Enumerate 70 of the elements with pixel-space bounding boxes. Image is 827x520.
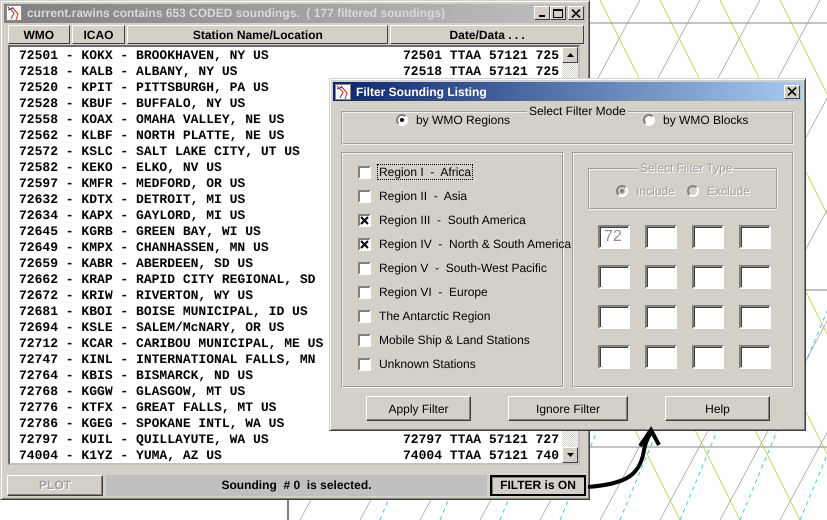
sounding-data: 72518 TTAA 57121 725 — [403, 64, 560, 80]
filter-button[interactable]: FILTER is ON — [490, 474, 586, 496]
checkbox-label[interactable]: Region VI - Europe — [377, 284, 490, 300]
checkbox-label[interactable]: Region II - Asia — [377, 188, 470, 204]
dialog-button[interactable]: Ignore Filter — [508, 396, 628, 421]
column-header[interactable]: Date/Data . . . — [390, 24, 584, 44]
group-label: Select Filter Mode — [527, 104, 628, 118]
block-input-field[interactable] — [645, 305, 677, 329]
block-input-field[interactable] — [739, 265, 771, 289]
checkbox-label[interactable]: Region IV - North & South America — [377, 236, 574, 252]
checkbox-label[interactable]: Mobile Ship & Land Stations — [377, 332, 532, 348]
close-button[interactable] — [784, 84, 800, 98]
checkbox[interactable] — [358, 262, 371, 274]
checkbox-label[interactable]: The Antarctic Region — [377, 308, 492, 324]
status-message: Sounding # 0 is selected. — [106, 474, 487, 496]
radio-button[interactable] — [643, 114, 656, 126]
checkbox[interactable] — [358, 286, 371, 298]
block-input-field[interactable] — [739, 225, 771, 249]
column-header[interactable]: WMO — [8, 24, 70, 44]
scroll-down-button[interactable] — [562, 447, 578, 464]
checkbox[interactable] — [358, 214, 371, 226]
checkbox[interactable] — [358, 310, 371, 322]
close-icon — [571, 8, 581, 18]
sounding-data: 72797 TTAA 57121 727 — [403, 432, 560, 448]
radio-label[interactable]: by WMO Regions — [416, 113, 510, 127]
checkbox[interactable] — [358, 238, 371, 250]
maximize-button[interactable] — [550, 6, 566, 20]
block-input-field[interactable] — [645, 225, 677, 249]
block-input-field[interactable] — [598, 265, 630, 289]
checkbox-label[interactable]: Region I - Africa — [377, 164, 474, 180]
checkbox[interactable] — [358, 190, 371, 202]
sounding-data: 74004 TTAA 57121 740 — [403, 448, 560, 464]
block-input-field[interactable] — [692, 345, 724, 369]
radio-button[interactable] — [396, 114, 408, 126]
station-entry[interactable]: 72797 - KUIL - QUILLAYUTE, WA US — [19, 432, 403, 448]
dialog-button[interactable]: Help — [665, 396, 770, 421]
checkbox[interactable] — [358, 166, 371, 178]
radio-label[interactable]: by WMO Blocks — [663, 113, 748, 127]
block-input-field[interactable] — [645, 265, 677, 289]
dialog-button[interactable]: Apply Filter — [366, 396, 471, 421]
close-icon — [787, 87, 797, 96]
minimize-button[interactable] — [534, 6, 550, 20]
column-header[interactable]: ICAO — [72, 24, 126, 44]
block-input-field[interactable] — [692, 305, 724, 329]
block-input-field[interactable] — [692, 225, 724, 249]
block-input-field[interactable] — [598, 345, 630, 369]
up-arrow-icon — [566, 53, 574, 58]
close-button[interactable] — [568, 6, 584, 20]
block-input-field[interactable] — [739, 345, 771, 369]
chart-icon — [335, 84, 351, 100]
minimize-icon — [539, 15, 545, 18]
maximize-icon — [553, 8, 563, 18]
block-input-field[interactable] — [692, 265, 724, 289]
station-entry[interactable]: 72518 - KALB - ALBANY, NY US — [19, 64, 403, 80]
block-input-field[interactable] — [645, 345, 677, 369]
block-input-field[interactable] — [598, 305, 630, 329]
dialog-title: Filter Sounding Listing — [356, 84, 488, 98]
checkbox-label[interactable]: Region III - South America — [377, 212, 528, 228]
checkbox[interactable] — [358, 358, 371, 370]
station-entry[interactable]: 72501 - KOKX - BROOKHAVEN, NY US — [19, 48, 403, 64]
station-entry[interactable]: 74004 - K1YZ - YUMA, AZ US — [19, 448, 403, 464]
column-header[interactable]: Station Name/Location — [127, 24, 388, 44]
checkbox[interactable] — [358, 334, 371, 346]
down-arrow-icon — [566, 453, 574, 458]
scroll-up-button[interactable] — [562, 47, 578, 64]
block-input-field[interactable] — [739, 305, 771, 329]
sounding-data: 72501 TTAA 57121 725 — [403, 48, 560, 64]
checkbox-label[interactable]: Unknown Stations — [377, 356, 478, 372]
checkbox-label[interactable]: Region V - South-West Pacific — [377, 260, 549, 276]
chart-icon — [6, 5, 22, 22]
